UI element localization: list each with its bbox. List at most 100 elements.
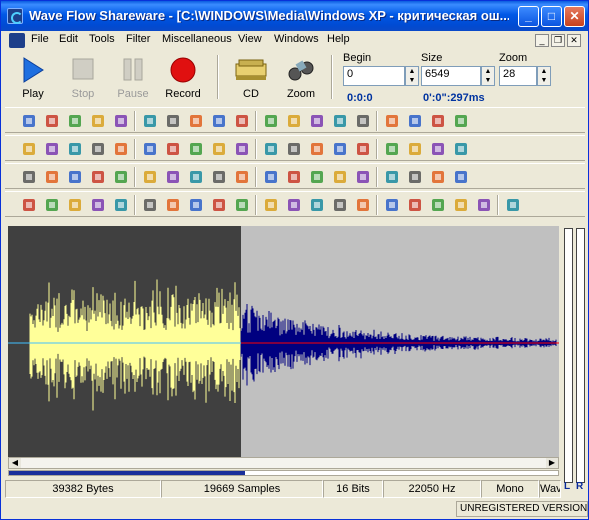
swap-channels-icon[interactable]: [44, 169, 60, 185]
highpass-icon[interactable]: [263, 197, 279, 213]
document-icon[interactable]: [9, 33, 25, 48]
invert-icon[interactable]: [90, 169, 106, 185]
begin-spinner[interactable]: ▲ ▼: [405, 66, 419, 86]
remove-silence-icon[interactable]: [165, 141, 181, 157]
echo-icon[interactable]: [332, 169, 348, 185]
spectrum-2-icon[interactable]: [332, 197, 348, 213]
crop-icon[interactable]: [113, 141, 129, 157]
mdi-close-button[interactable]: ✕: [567, 34, 581, 47]
reverse-icon[interactable]: [67, 169, 83, 185]
cut-icon[interactable]: [21, 141, 37, 157]
close-all-icon[interactable]: [355, 113, 371, 129]
deselect-icon[interactable]: [263, 141, 279, 157]
menu-windows[interactable]: Windows: [274, 33, 319, 45]
copy-selection-icon[interactable]: [211, 113, 227, 129]
new-file-icon[interactable]: [21, 113, 37, 129]
paste-mix-icon[interactable]: [90, 141, 106, 157]
menu-view[interactable]: View: [238, 33, 262, 45]
scroll-left-arrow[interactable]: ◀: [9, 458, 21, 468]
save-icon[interactable]: [67, 113, 83, 129]
shift-left-icon[interactable]: [234, 169, 250, 185]
normalize-icon[interactable]: [113, 169, 129, 185]
filter-2-icon[interactable]: [113, 197, 129, 213]
delete-icon[interactable]: [142, 141, 158, 157]
zoom-out-icon[interactable]: [430, 141, 446, 157]
undo-icon[interactable]: [286, 141, 302, 157]
mdi-restore-button[interactable]: ❐: [551, 34, 565, 47]
bar-analysis-icon[interactable]: [21, 197, 37, 213]
effects-icon[interactable]: [355, 169, 371, 185]
filter-6-icon[interactable]: [211, 197, 227, 213]
zoom-spinner[interactable]: ▲ ▼: [537, 66, 551, 86]
copy-icon[interactable]: [44, 141, 60, 157]
info-icon[interactable]: [165, 113, 181, 129]
spectrum-1-icon[interactable]: [309, 197, 325, 213]
frequency-analysis-icon[interactable]: [332, 141, 348, 157]
fade-out-icon[interactable]: [165, 169, 181, 185]
help-book-icon[interactable]: [407, 113, 423, 129]
play-button[interactable]: Play: [9, 54, 57, 102]
mix-icon[interactable]: [286, 113, 302, 129]
save-as-icon[interactable]: [90, 113, 106, 129]
equalizer-icon[interactable]: [384, 169, 400, 185]
menu-filter[interactable]: Filter: [126, 33, 150, 45]
marker-icon[interactable]: [142, 113, 158, 129]
speaker-icon[interactable]: [384, 141, 400, 157]
minimize-button[interactable]: _: [518, 6, 539, 27]
graph-icon[interactable]: [453, 169, 469, 185]
properties-icon[interactable]: [188, 113, 204, 129]
filter-3-icon[interactable]: [142, 197, 158, 213]
timer-icon[interactable]: [21, 169, 37, 185]
insert-silence-icon[interactable]: [188, 141, 204, 157]
size-spinner[interactable]: ▲ ▼: [481, 66, 495, 86]
exit-icon[interactable]: [384, 113, 400, 129]
paste-icon[interactable]: [263, 113, 279, 129]
filter-4-icon[interactable]: [165, 197, 181, 213]
grid-analysis-icon[interactable]: [44, 197, 60, 213]
zoom-button[interactable]: Zoom: [277, 54, 325, 102]
size-input[interactable]: 6549: [421, 66, 481, 86]
stop-button[interactable]: Stop: [59, 54, 107, 102]
trim-icon[interactable]: [211, 141, 227, 157]
cross-fade-icon[interactable]: [188, 169, 204, 185]
spectrum-3-icon[interactable]: [355, 197, 371, 213]
lowpass-icon[interactable]: [234, 197, 250, 213]
shift-right-icon[interactable]: [263, 169, 279, 185]
open-file-icon[interactable]: [44, 113, 60, 129]
record-button[interactable]: Record: [159, 54, 207, 102]
web-icon[interactable]: [453, 113, 469, 129]
close-file-icon[interactable]: [332, 113, 348, 129]
save-all-icon[interactable]: [113, 113, 129, 129]
filter-5-icon[interactable]: [188, 197, 204, 213]
lightning-icon[interactable]: [407, 197, 423, 213]
table-analysis-icon[interactable]: [67, 197, 83, 213]
maximize-button[interactable]: □: [541, 6, 562, 27]
markers-list-icon[interactable]: [430, 169, 446, 185]
envelope-icon[interactable]: [407, 169, 423, 185]
fade-in-icon[interactable]: [142, 169, 158, 185]
paste-new-icon[interactable]: [67, 141, 83, 157]
select-all-icon[interactable]: [234, 141, 250, 157]
filter-1-icon[interactable]: [90, 197, 106, 213]
menu-tools[interactable]: Tools: [89, 33, 115, 45]
pause-button[interactable]: Pause: [109, 54, 157, 102]
copy-to-new-icon[interactable]: [234, 113, 250, 129]
scroll-right-arrow[interactable]: ▶: [546, 458, 558, 468]
app-icon[interactable]: [7, 8, 23, 24]
checkmark-icon[interactable]: [505, 197, 521, 213]
zoom-in-icon[interactable]: [407, 141, 423, 157]
menu-file[interactable]: File: [31, 33, 49, 45]
close-button[interactable]: ✕: [564, 6, 585, 27]
find-icon[interactable]: [453, 141, 469, 157]
resample-icon[interactable]: [211, 169, 227, 185]
volume-icon[interactable]: [309, 169, 325, 185]
spectrum-4-icon[interactable]: [384, 197, 400, 213]
magic-wand-icon[interactable]: [476, 197, 492, 213]
edit-pen-icon[interactable]: [430, 113, 446, 129]
menu-miscellaneous[interactable]: Miscellaneous: [162, 33, 232, 45]
mdi-minimize-button[interactable]: _: [535, 34, 549, 47]
menu-help[interactable]: Help: [327, 33, 350, 45]
mixer-sliders-icon[interactable]: [453, 197, 469, 213]
spectrum-icon[interactable]: [309, 141, 325, 157]
zoom-input[interactable]: 28: [499, 66, 537, 86]
